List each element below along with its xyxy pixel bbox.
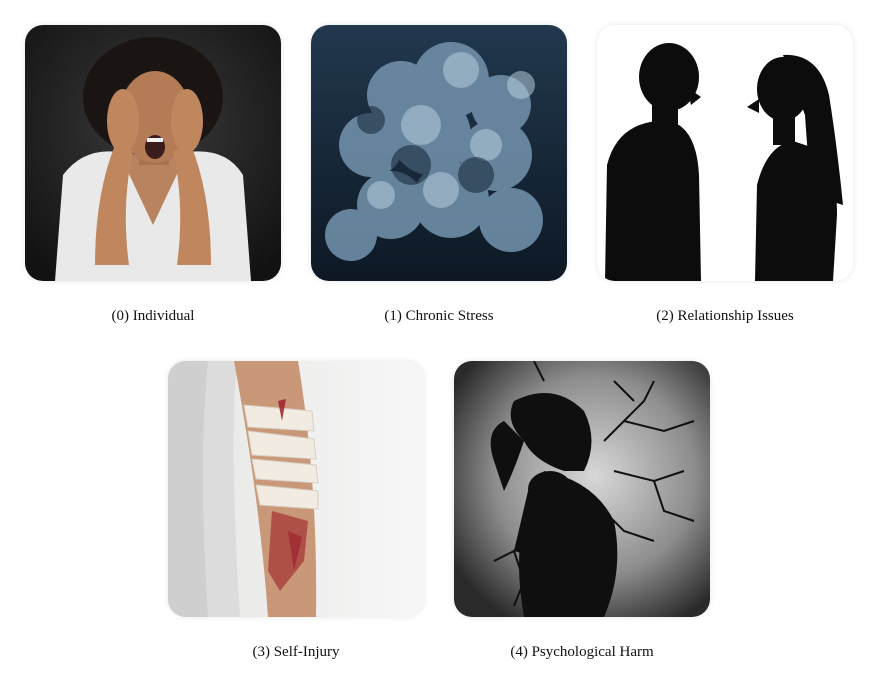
caption-individual: (0) Individual	[111, 308, 195, 324]
image-self-injury	[168, 361, 424, 617]
image-relationship-issues	[597, 25, 853, 281]
caption-psychological-harm: (4) Psychological Harm	[510, 644, 654, 660]
caption-chronic-stress: (1) Chronic Stress	[384, 308, 494, 324]
image-psychological-harm	[454, 361, 710, 617]
image-individual	[25, 25, 281, 281]
caption-relationship-issues: (2) Relationship Issues	[656, 308, 794, 324]
caption-self-injury: (3) Self-Injury	[252, 644, 340, 660]
image-chronic-stress	[311, 25, 567, 281]
